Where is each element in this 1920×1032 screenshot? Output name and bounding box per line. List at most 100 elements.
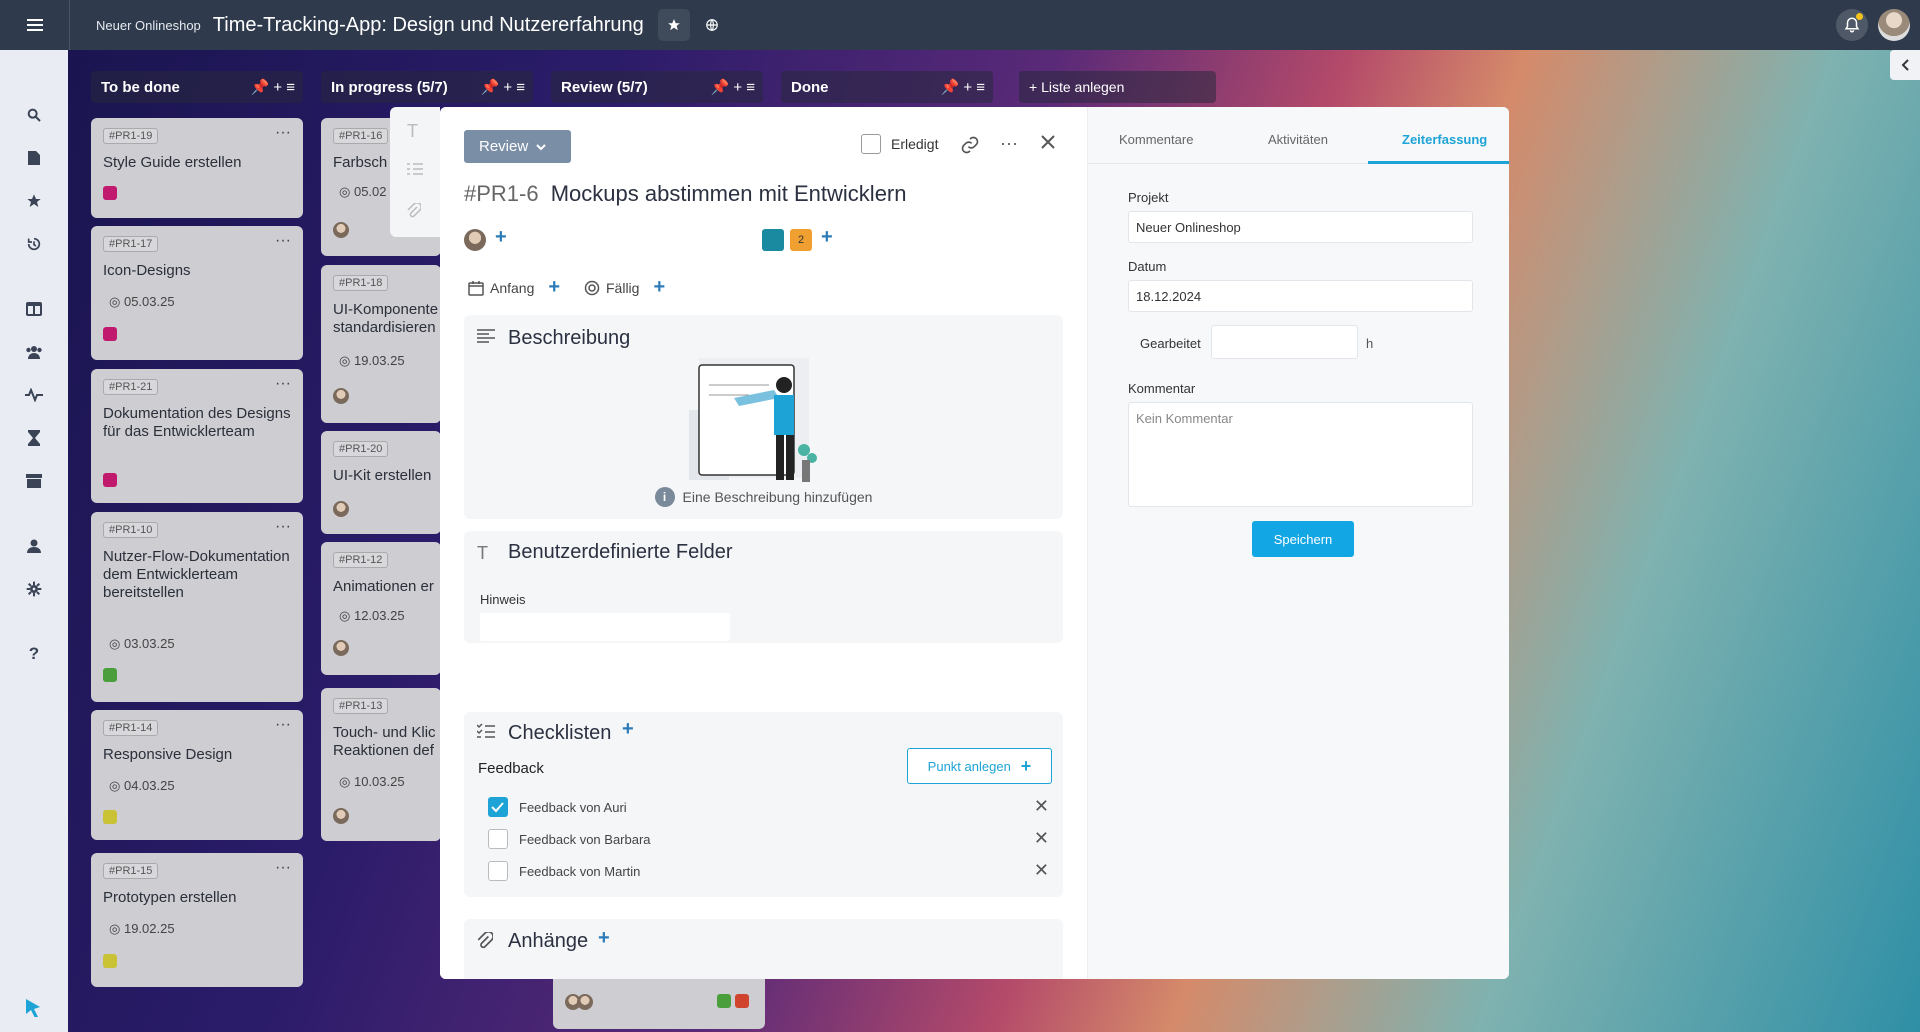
column-tools[interactable]: 📌 + ≡: [940, 78, 985, 96]
close-icon[interactable]: [1041, 135, 1055, 154]
add-point-button[interactable]: Punkt anlegen +: [907, 748, 1052, 784]
board-icon[interactable]: [16, 291, 52, 327]
task-card[interactable]: #PR1-15 ··· Prototypen erstellen ◎ 19.02.…: [91, 853, 303, 987]
label-orange[interactable]: 2: [790, 229, 812, 251]
add-description-link[interactable]: i Eine Beschreibung hinzufügen: [464, 487, 1063, 507]
column-header-review[interactable]: Review (5/7) 📌 + ≡: [551, 71, 763, 103]
menu-icon[interactable]: [0, 0, 70, 50]
task-card[interactable]: #PR1-20 UI-Kit erstellen: [321, 431, 441, 534]
add-label-icon[interactable]: +: [821, 226, 833, 249]
worked-hours-input[interactable]: [1211, 325, 1358, 359]
add-start-icon[interactable]: +: [548, 276, 560, 299]
checklist-checkbox[interactable]: [488, 829, 508, 849]
task-card[interactable]: #PR1-17 ··· Icon-Designs ◎ 05.03.25: [91, 226, 303, 360]
card-menu-icon[interactable]: ···: [275, 124, 291, 142]
column-header-in-progress[interactable]: In progress (5/7) 📌 + ≡: [321, 71, 533, 103]
task-card[interactable]: #PR1-13 Touch- und Klic Reaktionen def ◎…: [321, 688, 441, 841]
user-icon[interactable]: [16, 528, 52, 564]
card-title: Animationen er: [333, 578, 434, 595]
checklists-section: Checklisten + Feedback Punkt anlegen + F…: [464, 712, 1063, 897]
add-due-icon[interactable]: +: [653, 276, 665, 299]
task-card[interactable]: #PR1-19 ··· Style Guide erstellen: [91, 118, 303, 218]
project-value: Neuer Onlineshop: [1136, 220, 1241, 235]
project-field[interactable]: Neuer Onlineshop: [1128, 211, 1473, 243]
save-button[interactable]: Speichern: [1252, 521, 1354, 557]
text-field-icon[interactable]: T: [407, 121, 418, 142]
hint-input[interactable]: [480, 613, 730, 641]
checklist-item[interactable]: Feedback von Martin ✕: [464, 857, 1063, 885]
star-icon[interactable]: [16, 183, 52, 219]
card-label: [103, 186, 117, 200]
done-toggle[interactable]: Erledigt: [861, 134, 938, 154]
tab-activities[interactable]: Aktivitäten: [1268, 132, 1328, 147]
done-checkbox[interactable]: [861, 134, 881, 154]
task-card[interactable]: #PR1-18 UI-Komponente standardisieren ◎ …: [321, 265, 441, 423]
column-tools[interactable]: 📌 + ≡: [710, 78, 755, 96]
task-title[interactable]: Mockups abstimmen mit Entwicklern: [551, 181, 907, 206]
add-list-button[interactable]: + Liste anlegen: [1019, 71, 1216, 103]
column-header-todo[interactable]: To be done 📌 + ≡: [91, 71, 303, 103]
card-menu-icon[interactable]: ···: [275, 375, 291, 393]
tab-comments[interactable]: Kommentare: [1119, 132, 1193, 147]
collapse-panel-chevron-icon[interactable]: [1890, 50, 1920, 80]
search-icon[interactable]: [16, 97, 52, 133]
history-icon[interactable]: [16, 226, 52, 262]
favorite-star-icon[interactable]: [657, 9, 690, 41]
task-card[interactable]: #PR1-10 ··· Nutzer-Flow-Dokumentation dem…: [91, 512, 303, 702]
comment-textarea[interactable]: Kein Kommentar: [1128, 402, 1473, 507]
column-tools[interactable]: 📌 + ≡: [480, 78, 525, 96]
assignee-avatar[interactable]: [464, 229, 486, 251]
archive-icon[interactable]: [16, 463, 52, 499]
date-field[interactable]: 18.12.2024: [1128, 280, 1473, 312]
remove-item-icon[interactable]: ✕: [1034, 796, 1049, 817]
card-title: Nutzer-Flow-Dokumentation dem Entwickler…: [103, 548, 290, 601]
status-label: Review: [479, 138, 529, 155]
date-label: Datum: [1128, 259, 1167, 274]
column-header-done[interactable]: Done 📌 + ≡: [781, 71, 993, 103]
hourglass-icon[interactable]: [16, 420, 52, 456]
start-date-field[interactable]: Anfang +: [468, 276, 560, 299]
card-id: #PR1-17: [103, 236, 159, 252]
remove-item-icon[interactable]: ✕: [1034, 860, 1049, 881]
card-menu-icon[interactable]: ···: [275, 232, 291, 250]
paperclip-icon[interactable]: [407, 202, 422, 224]
activity-icon[interactable]: [16, 377, 52, 413]
tab-time-tracking[interactable]: Zeiterfassung: [1402, 132, 1487, 147]
task-card[interactable]: #PR1-14 ··· Responsive Design ◎ 04.03.25: [91, 710, 303, 840]
card-menu-icon[interactable]: ···: [275, 518, 291, 536]
top-bar: Neuer Onlineshop Time-Tracking-App: Desi…: [0, 0, 1920, 50]
notification-bell-icon[interactable]: [1836, 9, 1868, 41]
checklist-checkbox[interactable]: [488, 861, 508, 881]
label-teal[interactable]: [762, 229, 784, 251]
breadcrumb-project[interactable]: Neuer Onlineshop: [96, 18, 201, 33]
status-dropdown[interactable]: Review: [464, 130, 571, 163]
due-date-field[interactable]: Fällig +: [584, 276, 665, 299]
checklist-checkbox[interactable]: [488, 797, 508, 817]
card-menu-icon[interactable]: ···: [275, 859, 291, 877]
settings-gear-icon[interactable]: [16, 571, 52, 607]
link-icon[interactable]: [960, 135, 980, 160]
globe-icon[interactable]: [696, 9, 728, 41]
checklist-icon[interactable]: [407, 162, 423, 181]
checklist-item[interactable]: Feedback von Barbara ✕: [464, 825, 1063, 853]
custom-fields-section: T Benutzerdefinierte Felder Hinweis: [464, 531, 1063, 643]
add-attachment-icon[interactable]: +: [598, 927, 610, 950]
document-icon[interactable]: [16, 140, 52, 176]
user-avatar[interactable]: [1878, 9, 1910, 41]
team-icon[interactable]: [16, 334, 52, 370]
peek-card[interactable]: [553, 979, 765, 1029]
help-icon[interactable]: ?: [16, 636, 52, 672]
column-tools[interactable]: 📌 + ≡: [250, 78, 295, 96]
card-label: [717, 994, 731, 1008]
task-card[interactable]: #PR1-12 Animationen er ◎ 12.03.25: [321, 542, 441, 675]
start-label: Anfang: [490, 279, 535, 296]
add-assignee-icon[interactable]: +: [495, 226, 507, 249]
attachments-title: Anhänge: [508, 930, 589, 952]
card-avatar: [577, 994, 593, 1010]
more-options-icon[interactable]: ···: [1000, 133, 1018, 154]
remove-item-icon[interactable]: ✕: [1034, 828, 1049, 849]
checklist-item[interactable]: Feedback von Auri ✕: [464, 793, 1063, 821]
task-card[interactable]: #PR1-21 ··· Dokumentation des Designs für…: [91, 369, 303, 503]
add-checklist-icon[interactable]: +: [622, 718, 634, 741]
card-menu-icon[interactable]: ···: [275, 716, 291, 734]
